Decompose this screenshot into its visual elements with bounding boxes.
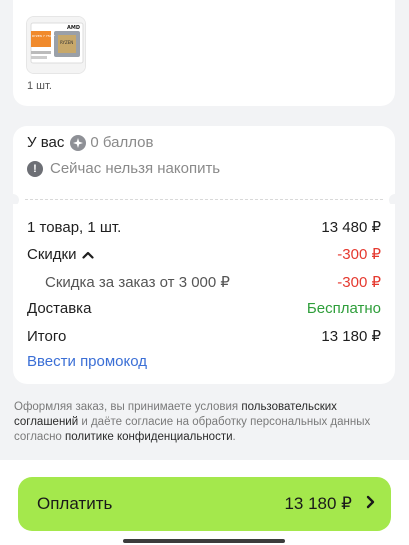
chip-model: RYZEN 7 7500F xyxy=(32,34,55,38)
cpu-box-icon: AMD RYZEN RYZEN 7 7500F xyxy=(27,17,85,73)
ticket-divider xyxy=(7,194,401,206)
delivery-row: Доставка Бесплатно xyxy=(27,300,381,317)
order-discount-label: Скидка за заказ от 3 000 ₽ xyxy=(45,274,230,291)
product-thumbnail[interactable]: AMD RYZEN RYZEN 7 7500F xyxy=(26,16,86,74)
points-prefix: У вас xyxy=(27,134,65,151)
points-info-text: Сейчас нельзя накопить xyxy=(50,160,221,177)
pay-button[interactable]: Оплатить 13 180 ₽ xyxy=(18,477,391,531)
points-value: 0 баллов xyxy=(90,134,154,151)
total-value: 13 180 ₽ xyxy=(321,328,381,345)
chip-label: RYZEN xyxy=(60,40,73,45)
discounts-row[interactable]: Скидки -300 ₽ xyxy=(27,245,381,264)
privacy-policy-link[interactable]: политике конфиденциальности xyxy=(65,431,233,443)
items-label: 1 товар, 1 шт. xyxy=(27,218,122,236)
legal-notice: Оформляя заказ, вы принимаете условия по… xyxy=(14,400,394,445)
points-info-row: ! Сейчас нельзя накопить xyxy=(27,160,220,177)
product-card: AMD RYZEN RYZEN 7 7500F 1 шт. xyxy=(13,0,395,106)
discounts-value: -300 ₽ xyxy=(337,246,381,263)
points-coin-icon xyxy=(70,134,87,151)
points-card: У вас 0 баллов ! Сейчас нельзя накопить xyxy=(13,126,395,196)
legal-text-3: . xyxy=(232,431,236,443)
delivery-value: Бесплатно xyxy=(306,300,381,317)
discounts-toggle[interactable]: Скидки xyxy=(27,245,95,263)
box-brand-label: AMD xyxy=(67,25,80,31)
promo-code-link[interactable]: Ввести промокод xyxy=(27,353,147,370)
home-indicator xyxy=(123,539,285,543)
total-label: Итого xyxy=(27,327,67,345)
pay-button-label: Оплатить xyxy=(37,494,113,513)
chevron-up-icon[interactable] xyxy=(82,246,95,263)
pay-button-total: 13 180 ₽ xyxy=(284,494,352,513)
order-discount-value: -300 ₽ xyxy=(337,274,381,291)
order-summary-card: 1 товар, 1 шт. 13 480 ₽ Скидки -300 ₽ Ск… xyxy=(13,204,395,384)
legal-text-1: Оформляя заказ, вы принимаете условия xyxy=(14,401,242,413)
order-discount-row: Скидка за заказ от 3 000 ₽ -300 ₽ xyxy=(27,273,381,291)
chevron-right-icon xyxy=(366,494,375,514)
dashed-line xyxy=(25,199,383,200)
items-row: 1 товар, 1 шт. 13 480 ₽ xyxy=(27,218,381,237)
total-row: Итого 13 180 ₽ xyxy=(27,327,381,346)
info-icon: ! xyxy=(27,160,43,177)
product-quantity: 1 шт. xyxy=(27,80,52,92)
discounts-label: Скидки xyxy=(27,245,77,263)
delivery-label: Доставка xyxy=(27,300,92,317)
items-value: 13 480 ₽ xyxy=(321,219,381,236)
points-row: У вас 0 баллов xyxy=(27,134,153,151)
